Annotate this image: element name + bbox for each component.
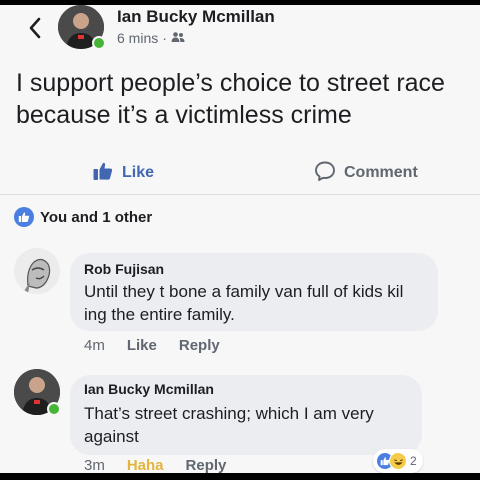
commenter-avatar[interactable]	[14, 248, 60, 294]
friends-icon	[171, 30, 185, 46]
back-chevron-icon[interactable]	[22, 13, 48, 43]
meta-separator: ·	[162, 30, 167, 46]
post-meta: 6 mins ·	[117, 30, 185, 46]
like-button-label: Like	[122, 164, 155, 181]
comment-text: That’s street crashing; which I am very …	[84, 404, 374, 446]
comment-button-label: Comment	[344, 164, 418, 181]
comment-actions: 4m Like Reply	[84, 337, 220, 354]
post-actions: Like Comment	[0, 155, 480, 191]
commenter-name[interactable]: Rob Fujisan	[84, 261, 164, 277]
comment-haha-button[interactable]: Haha	[127, 457, 164, 473]
comment-reply-button[interactable]: Reply	[179, 337, 220, 354]
comment-icon	[314, 160, 336, 187]
comment-button[interactable]: Comment	[314, 155, 418, 191]
online-status-dot	[47, 402, 61, 416]
comment-like-button[interactable]: Like	[127, 337, 157, 354]
comment-text: Until they t bone a family van full of k…	[84, 282, 404, 324]
haha-icon	[389, 452, 407, 470]
comment-reaction-count: 2	[410, 454, 417, 468]
online-status-dot	[92, 36, 106, 50]
comment-reply-button[interactable]: Reply	[186, 457, 227, 473]
post-text: I support people’s choice to street race…	[16, 69, 445, 129]
comment-time[interactable]: 4m	[84, 337, 105, 354]
reactions-summary-text: You and 1 other	[40, 208, 153, 226]
like-button[interactable]: Like	[92, 155, 154, 191]
thumbs-up-icon	[92, 160, 114, 187]
commenter-name[interactable]: Ian Bucky Mcmillan	[84, 381, 214, 397]
comment-reactions-pill[interactable]: 2	[373, 449, 423, 473]
post-screen: Ian Bucky Mcmillan 6 mins · I support pe…	[0, 5, 480, 473]
comment-actions: 3m Haha Reply	[84, 457, 226, 473]
comment-time[interactable]: 3m	[84, 457, 105, 473]
like-reaction-icon	[14, 207, 34, 227]
actions-divider	[0, 194, 480, 195]
reactions-summary[interactable]: You and 1 other	[14, 207, 152, 227]
post-author-name[interactable]: Ian Bucky Mcmillan	[117, 7, 275, 27]
post-time[interactable]: 6 mins	[117, 30, 158, 46]
